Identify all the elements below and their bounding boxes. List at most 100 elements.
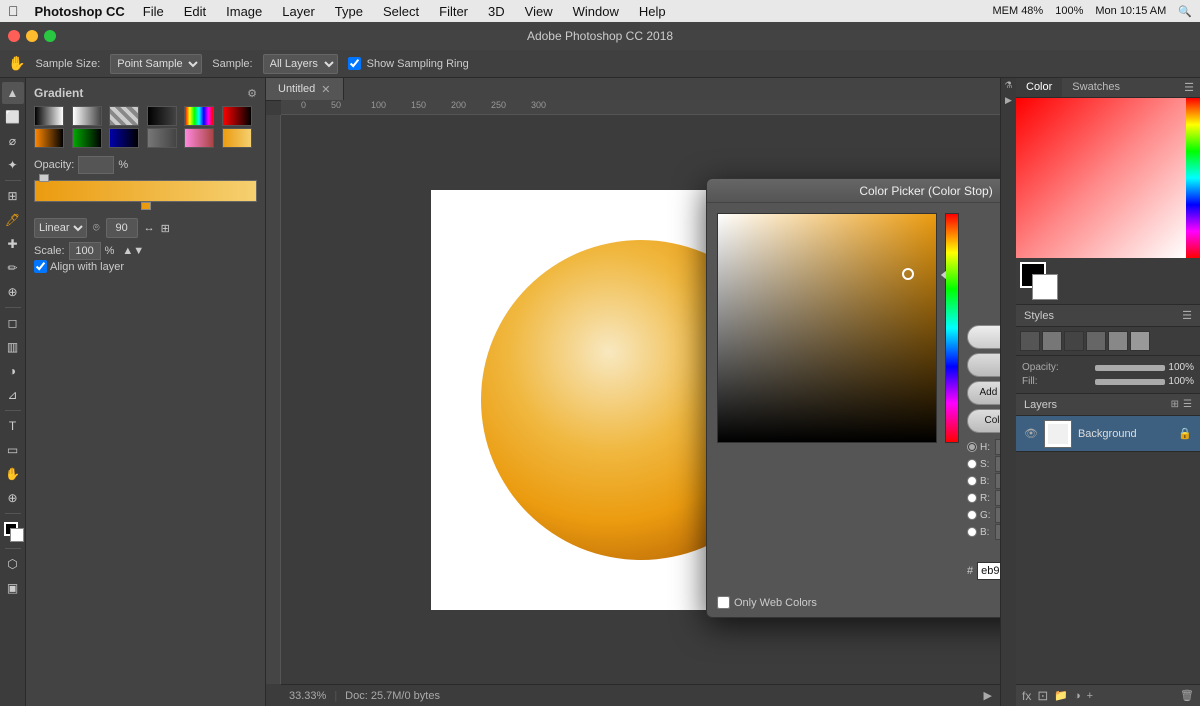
style-item-6[interactable] (1130, 331, 1150, 351)
hue-strip[interactable] (945, 213, 959, 443)
color-libraries-button[interactable]: Color Libraries (967, 409, 1000, 433)
gradient-preset-8[interactable] (72, 128, 102, 148)
sample-select[interactable]: All Layers (263, 54, 338, 74)
move-tool[interactable]: ▲ (2, 82, 24, 104)
scale-stepper[interactable]: ▲▼ (122, 245, 144, 257)
eyedropper-tool[interactable]: 🖊 (2, 209, 24, 231)
sample-size-select[interactable]: Point Sample (110, 54, 202, 74)
menu-view[interactable]: View (523, 4, 555, 19)
mini-play-icon[interactable]: ▶ (1005, 95, 1012, 106)
color-saturation-brightness-field[interactable] (717, 213, 937, 443)
text-tool[interactable]: T (2, 415, 24, 437)
gradient-preset-10[interactable] (147, 128, 177, 148)
style-item-1[interactable] (1020, 331, 1040, 351)
gradient-preset-11[interactable] (184, 128, 214, 148)
gradient-preset-5[interactable] (184, 106, 214, 126)
style-item-2[interactable] (1042, 331, 1062, 351)
gradient-preset-6[interactable] (222, 106, 252, 126)
add-layer-style-icon[interactable]: fx (1022, 689, 1031, 703)
layers-menu-icon[interactable]: ☰ (1183, 399, 1192, 410)
add-to-swatches-button[interactable]: Add to Swatches (967, 381, 1000, 405)
heal-tool[interactable]: ✚ (2, 233, 24, 255)
screen-mode-tool[interactable]: ▣ (2, 577, 24, 599)
hex-input[interactable] (977, 562, 1000, 580)
opacity-slider-bar[interactable] (1095, 365, 1165, 371)
layers-filter-icon[interactable]: ⊞ (1171, 399, 1179, 410)
menu-edit[interactable]: Edit (182, 4, 208, 19)
menu-file[interactable]: File (141, 4, 166, 19)
pen-tool[interactable]: ⊿ (2, 384, 24, 406)
menu-layer[interactable]: Layer (280, 4, 317, 19)
rectangle-select-tool[interactable]: ⬜ (2, 106, 24, 128)
hue-radio[interactable] (967, 442, 977, 452)
apple-menu[interactable]:  (8, 3, 19, 19)
scale-input[interactable] (69, 242, 101, 260)
dodge-tool[interactable]: ◑ (2, 360, 24, 382)
menu-image[interactable]: Image (224, 4, 264, 19)
gradient-color-stop-top-left[interactable] (39, 174, 49, 182)
opacity-input[interactable] (78, 156, 114, 174)
blue-input[interactable] (995, 524, 1000, 540)
align-with-layer-checkbox[interactable] (34, 260, 47, 273)
menu-help[interactable]: Help (637, 4, 668, 19)
gradient-bar[interactable] (34, 180, 257, 202)
menu-select[interactable]: Select (381, 4, 421, 19)
menu-type[interactable]: Type (333, 4, 365, 19)
eraser-tool[interactable]: ◻ (2, 312, 24, 334)
hand-tool[interactable]: ✋ (2, 463, 24, 485)
add-mask-icon[interactable]: ⊡ (1037, 688, 1048, 704)
layer-row-background[interactable]: 👁 Background 🔒 (1016, 416, 1200, 452)
reverse-icon[interactable]: ↔ (144, 222, 155, 234)
only-web-colors-checkbox[interactable] (717, 596, 730, 609)
dither-icon[interactable]: ⊞ (161, 222, 170, 235)
swatches-tab[interactable]: Swatches (1062, 78, 1130, 97)
menu-filter[interactable]: Filter (437, 4, 470, 19)
create-group-icon[interactable]: 📁 (1054, 689, 1068, 702)
blue-radio[interactable] (967, 527, 977, 537)
gradient-color-stop-bottom[interactable] (141, 202, 151, 210)
show-sampling-ring-label[interactable]: Show Sampling Ring (348, 57, 469, 70)
menu-3d[interactable]: 3D (486, 4, 507, 19)
maximize-button[interactable] (44, 30, 56, 42)
panel-menu-icon[interactable]: ☰ (1178, 78, 1200, 97)
gradient-preset-9[interactable] (109, 128, 139, 148)
layer-visibility-eye[interactable]: 👁 (1024, 427, 1038, 440)
gradient-preset-7[interactable] (34, 128, 64, 148)
minimize-button[interactable] (26, 30, 38, 42)
close-button[interactable] (8, 30, 20, 42)
color-tab[interactable]: Color (1016, 78, 1062, 97)
search-icon[interactable]: 🔍 (1178, 5, 1192, 18)
clone-tool[interactable]: ⊕ (2, 281, 24, 303)
foreground-background-colors[interactable] (2, 522, 24, 544)
angle-input[interactable] (106, 218, 138, 238)
style-item-5[interactable] (1108, 331, 1128, 351)
cancel-button[interactable]: Cancel (967, 353, 1000, 377)
delete-layer-icon[interactable]: 🗑 (1180, 689, 1194, 702)
mini-eyedropper-icon[interactable]: ⚗ (1004, 80, 1012, 91)
gradient-preset-4[interactable] (147, 106, 177, 126)
style-item-4[interactable] (1086, 331, 1106, 351)
background-color[interactable] (10, 528, 24, 542)
style-item-3[interactable] (1064, 331, 1084, 351)
red-input[interactable] (995, 490, 1000, 506)
lasso-tool[interactable]: ⌀ (2, 130, 24, 152)
zoom-tool[interactable]: ⊕ (2, 487, 24, 509)
shape-tool[interactable]: ▭ (2, 439, 24, 461)
red-radio[interactable] (967, 493, 977, 503)
crop-tool[interactable]: ⊞ (2, 185, 24, 207)
hue-spectrum-strip[interactable] (1186, 98, 1200, 258)
gradient-preset-3[interactable] (109, 106, 139, 126)
green-input[interactable] (995, 507, 1000, 523)
brightness-input[interactable] (995, 473, 1000, 489)
gradient-settings-icon[interactable]: ⚙ (247, 87, 257, 100)
brightness-radio[interactable] (967, 476, 977, 486)
green-radio[interactable] (967, 510, 977, 520)
ok-button[interactable]: OK (967, 325, 1000, 349)
color-spectrum-main[interactable] (1016, 98, 1186, 258)
fill-slider-bar[interactable] (1095, 379, 1165, 385)
gradient-preset-2[interactable] (72, 106, 102, 126)
menu-window[interactable]: Window (571, 4, 621, 19)
style-select[interactable]: Linear (34, 218, 87, 238)
brush-tool[interactable]: ✏ (2, 257, 24, 279)
styles-panel-menu-icon[interactable]: ☰ (1182, 309, 1192, 322)
